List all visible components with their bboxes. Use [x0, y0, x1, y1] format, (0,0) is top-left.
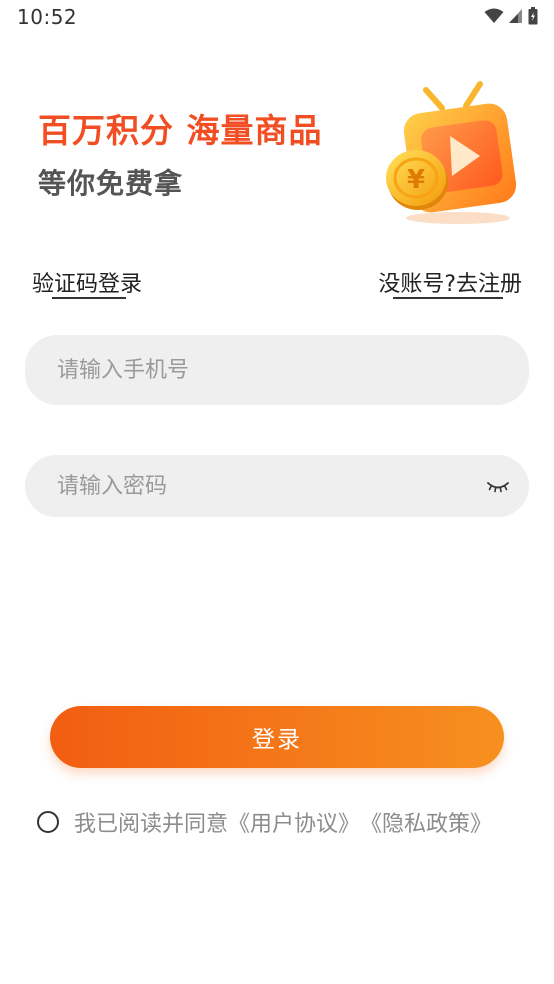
- hero-subtitle: 等你免费拿: [38, 167, 184, 200]
- privacy-policy-link[interactable]: 《隐私政策》: [360, 806, 492, 838]
- phone-field: [25, 335, 529, 405]
- signal-icon: [509, 9, 522, 23]
- battery-icon: [528, 7, 538, 25]
- agreement-prefix: 我已阅读并同意: [74, 812, 229, 837]
- password-field: [25, 455, 529, 517]
- register-underline: [393, 297, 503, 299]
- login-screen: 10:52 百万积分 海量商品 等你免费拿 ¥ 验证码登录 没账号?去注册 请输…: [0, 0, 554, 984]
- hero-title: 百万积分 海量商品: [38, 111, 323, 150]
- password-input[interactable]: [57, 455, 457, 517]
- status-time: 10:52: [17, 5, 78, 29]
- agreement-checkbox[interactable]: [37, 811, 59, 833]
- eye-closed-icon[interactable]: [485, 477, 511, 495]
- coin-tv-illustration: ¥: [386, 81, 517, 224]
- user-agreement-link[interactable]: 《用户协议》: [228, 806, 360, 838]
- wifi-icon: [484, 8, 504, 23]
- agreement-row: 我已阅读并同意 《用户协议》 《隐私政策》: [37, 806, 492, 838]
- sms-login-link[interactable]: 验证码登录: [32, 266, 142, 298]
- sms-login-underline: [52, 297, 126, 299]
- register-link[interactable]: 没账号?去注册: [378, 266, 522, 298]
- login-button[interactable]: 登录: [50, 706, 504, 768]
- phone-input[interactable]: [57, 335, 457, 405]
- login-button-label: 登录: [252, 727, 302, 753]
- status-icons: [484, 7, 538, 25]
- status-bar: 10:52: [0, 0, 554, 34]
- svg-text:¥: ¥: [407, 165, 425, 195]
